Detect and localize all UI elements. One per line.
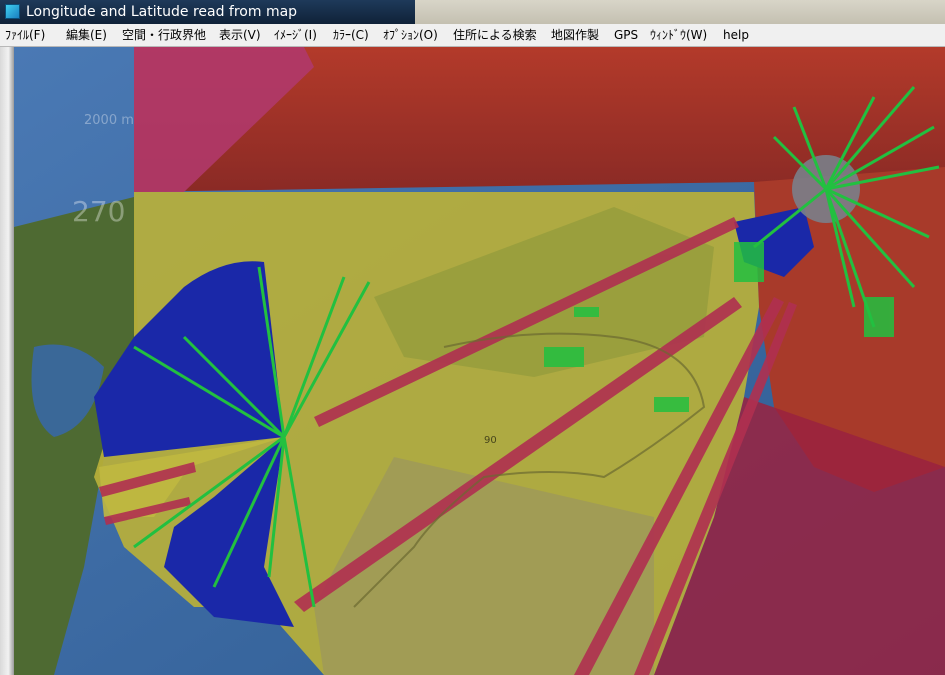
menu-image[interactable]: ｲﾒｰｼﾞ(I) — [273, 24, 318, 46]
window-left-frame — [0, 47, 14, 675]
app-icon[interactable] — [5, 4, 20, 19]
menu-address-search[interactable]: 住所による検索 — [452, 24, 538, 46]
menu-spatial[interactable]: 空間・行政界他 — [121, 24, 207, 46]
menu-window[interactable]: ｳｨﾝﾄﾞｳ(W) — [649, 24, 708, 46]
menu-gps[interactable]: GPS — [613, 24, 639, 46]
menu-map-create[interactable]: 地図作製 — [550, 24, 600, 46]
menu-file[interactable]: ﾌｧｲﾙ(F) — [4, 24, 46, 46]
map-graphics — [14, 47, 945, 675]
menu-bar: ﾌｧｲﾙ(F) 編集(E) 空間・行政界他 表示(V) ｲﾒｰｼﾞ(I) ｶﾗｰ… — [0, 24, 945, 47]
map-canvas[interactable]: 270 2000 m 90 — [14, 47, 945, 675]
title-bar: Longitude and Latitude read from map — [0, 0, 945, 24]
menu-options[interactable]: ｵﾌﾟｼｮﾝ(O) — [382, 24, 439, 46]
client-area: 270 2000 m 90 — [0, 47, 945, 675]
menu-color[interactable]: ｶﾗｰ(C) — [332, 24, 370, 46]
menu-edit[interactable]: 編集(E) — [65, 24, 108, 46]
window-title: Longitude and Latitude read from map — [26, 4, 298, 20]
background-window — [415, 0, 945, 24]
menu-help[interactable]: help — [722, 24, 750, 46]
menu-view[interactable]: 表示(V) — [218, 24, 262, 46]
